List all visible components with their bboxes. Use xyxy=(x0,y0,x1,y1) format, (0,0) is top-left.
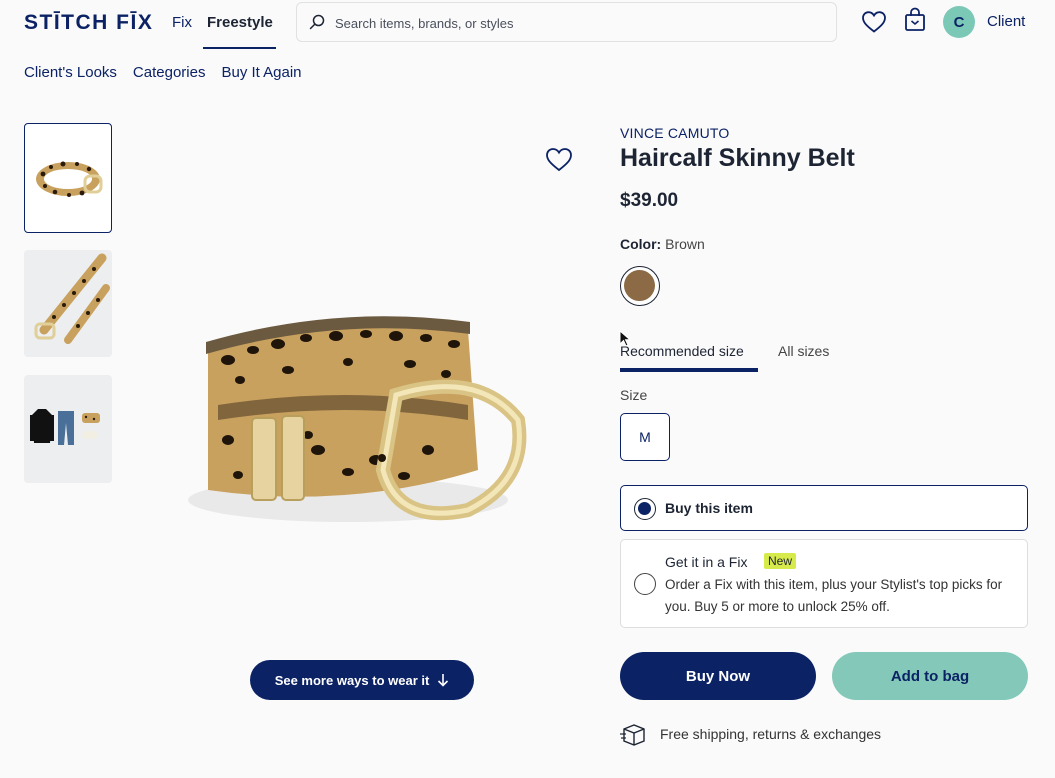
color-label-row: Color: Brown xyxy=(620,236,705,252)
see-more-ways-label: See more ways to wear it xyxy=(274,672,430,688)
shipping-text: Free shipping, returns & exchanges xyxy=(660,726,882,742)
nav-freestyle[interactable]: Freestyle xyxy=(207,14,273,31)
favorites-button[interactable] xyxy=(860,8,888,36)
search-bar[interactable] xyxy=(296,2,837,42)
heart-icon xyxy=(862,11,886,33)
leopard-belt-image xyxy=(188,316,527,522)
product-title: Haircalf Skinny Belt xyxy=(620,144,855,172)
account-name[interactable]: Client xyxy=(987,13,1025,30)
active-tab-indicator xyxy=(620,368,758,372)
add-to-favorites-button[interactable] xyxy=(544,146,574,174)
tab-recommended-size[interactable]: Recommended size xyxy=(620,343,744,359)
color-value: Brown xyxy=(665,236,705,252)
top-header: STĪTCH FĪX Fix Freestyle C Client xyxy=(0,0,1055,50)
size-option-m[interactable]: M xyxy=(620,413,670,461)
buy-option-title: Buy this item xyxy=(665,500,753,516)
see-more-ways-button[interactable]: See more ways to wear it xyxy=(250,660,474,700)
product-brand[interactable]: VINCE CAMUTO xyxy=(620,125,730,141)
shopping-bag-icon xyxy=(905,7,925,31)
fix-option-title: Get it in a Fix xyxy=(665,554,748,570)
product-price: $39.00 xyxy=(620,190,679,211)
buy-radio[interactable] xyxy=(634,498,656,520)
subnav-categories[interactable]: Categories xyxy=(133,64,206,81)
secondary-nav: Client's Looks Categories Buy It Again xyxy=(24,64,302,81)
product-main-image xyxy=(178,300,530,540)
belt-uncoiled-image xyxy=(34,253,110,344)
cart-button[interactable] xyxy=(901,6,929,34)
nav-active-indicator xyxy=(203,47,276,49)
new-badge: New xyxy=(764,553,797,569)
purchase-option-buy[interactable]: Buy this item xyxy=(620,485,1028,531)
fix-option-description: Order a Fix with this item, plus your St… xyxy=(665,577,1003,614)
size-label: Size xyxy=(620,387,648,403)
arrow-down-icon xyxy=(438,674,449,687)
thumbnail-1[interactable] xyxy=(24,123,112,233)
heart-icon xyxy=(546,148,572,172)
fix-radio[interactable] xyxy=(634,573,656,595)
swatch-fill xyxy=(624,270,655,301)
buy-now-button[interactable]: Buy Now xyxy=(620,652,816,700)
outfit-thumbnail-image xyxy=(30,409,100,445)
subnav-clients-looks[interactable]: Client's Looks xyxy=(24,64,117,81)
avatar[interactable]: C xyxy=(943,6,975,38)
subnav-buy-it-again[interactable]: Buy It Again xyxy=(221,64,301,81)
nav-fix[interactable]: Fix xyxy=(172,14,192,31)
belt-thumbnail-image xyxy=(36,161,103,197)
color-swatch-brown[interactable] xyxy=(620,266,660,306)
color-label: Color: xyxy=(620,236,662,252)
search-input[interactable] xyxy=(335,12,815,34)
thumbnail-3[interactable] xyxy=(24,375,112,483)
package-icon xyxy=(620,724,645,746)
thumbnail-2[interactable] xyxy=(24,250,112,357)
search-icon xyxy=(309,14,325,30)
tab-all-sizes[interactable]: All sizes xyxy=(778,343,829,359)
add-to-bag-button[interactable]: Add to bag xyxy=(832,652,1028,700)
stitch-fix-logo[interactable]: STĪTCH FĪX xyxy=(24,11,153,35)
purchase-option-fix[interactable]: Get it in a Fix New Order a Fix with thi… xyxy=(620,539,1028,628)
